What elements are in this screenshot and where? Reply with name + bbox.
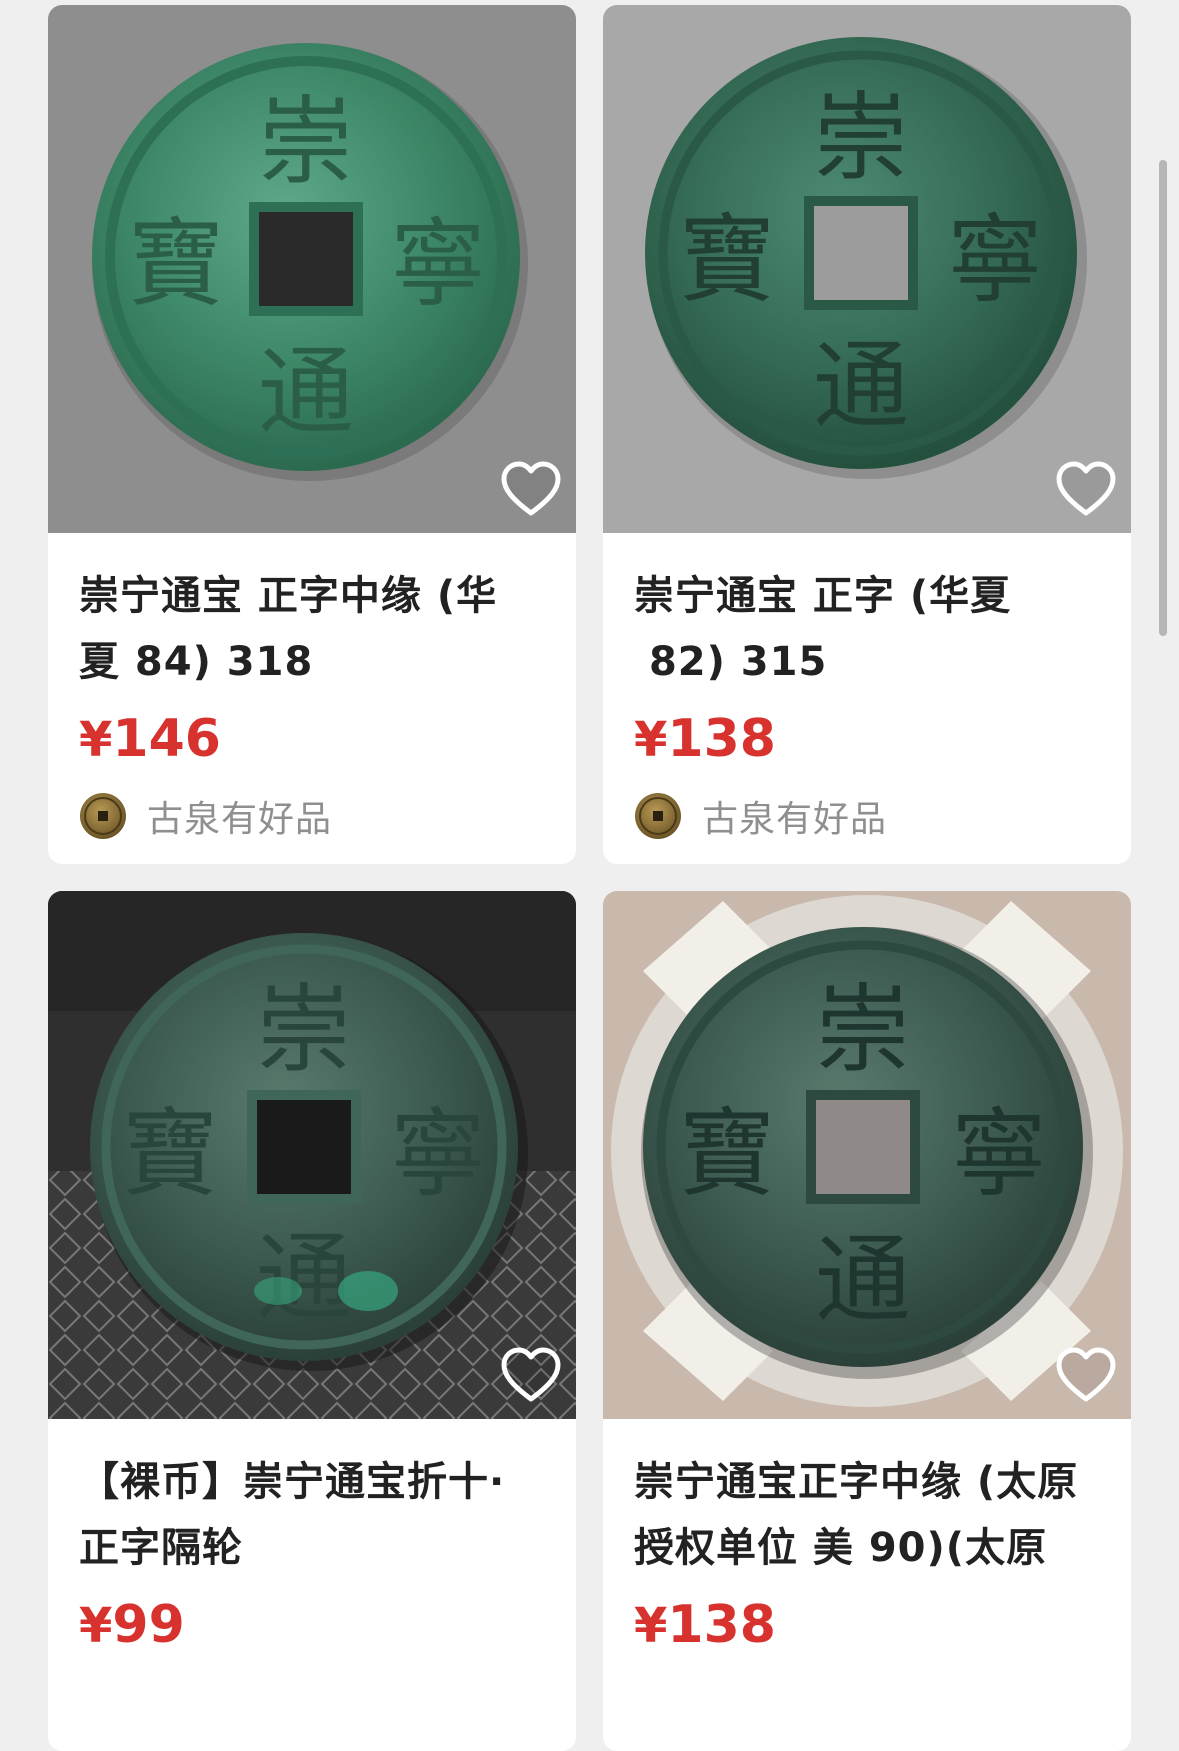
- product-price: ¥138: [634, 697, 1101, 782]
- coin-avatar-icon: [635, 793, 681, 839]
- currency-symbol: ¥: [634, 712, 668, 768]
- product-image[interactable]: 崇 通 寧 寶: [603, 5, 1131, 533]
- heart-outline-icon[interactable]: [1055, 1347, 1117, 1405]
- svg-text:崇: 崇: [815, 974, 911, 1086]
- svg-text:寶: 寶: [122, 1098, 218, 1210]
- svg-text:通: 通: [258, 336, 354, 448]
- svg-text:崇: 崇: [258, 86, 354, 198]
- svg-text:寧: 寧: [947, 204, 1043, 316]
- svg-text:寶: 寶: [679, 1098, 775, 1210]
- title-line1: 【裸币】崇宁通宝折十·: [79, 1459, 506, 1505]
- price-value: 146: [112, 709, 221, 769]
- title-line2: 82) 315: [634, 639, 828, 685]
- svg-text:寧: 寧: [951, 1098, 1047, 1210]
- product-image[interactable]: 崇 通 寧 寶: [48, 5, 576, 533]
- product-card[interactable]: 崇 通 寧 寶 崇宁通宝 正字中缘 (华夏 84) 318 ¥146 古泉有好品: [48, 5, 576, 864]
- product-price: ¥146: [79, 697, 546, 782]
- product-info: 崇宁通宝正字中缘 (太原 授权单位 美 90)(太原 ¥138: [603, 1419, 1131, 1668]
- currency-symbol: ¥: [79, 1598, 113, 1654]
- title-line1: 崇宁通宝 正字中缘 (华: [79, 573, 498, 619]
- product-card[interactable]: 崇 通 寧 寶 【裸币】崇宁通宝折十· 正字隔轮 ¥99: [48, 891, 576, 1751]
- price-value: 138: [667, 1595, 776, 1655]
- product-title[interactable]: 【裸币】崇宁通宝折十· 正字隔轮: [79, 1449, 546, 1581]
- seller-info[interactable]: 古泉有好品: [79, 784, 546, 848]
- title-line1: 崇宁通宝正字中缘 (太原: [634, 1459, 1079, 1505]
- product-info: 崇宁通宝 正字中缘 (华夏 84) 318 ¥146 古泉有好品: [48, 533, 576, 848]
- product-image[interactable]: 崇 通 寧 寶: [48, 891, 576, 1419]
- product-title[interactable]: 崇宁通宝 正字 (华夏 82) 315: [634, 563, 1101, 695]
- title-line1: 崇宁通宝 正字 (华夏: [634, 573, 1012, 619]
- product-image[interactable]: 崇 通 寧 寶: [603, 891, 1131, 1419]
- svg-text:寶: 寶: [128, 208, 224, 320]
- svg-text:寧: 寧: [390, 208, 486, 320]
- heart-outline-icon[interactable]: [1055, 461, 1117, 519]
- svg-text:崇: 崇: [813, 82, 909, 194]
- product-grid: 崇 通 寧 寶 崇宁通宝 正字中缘 (华夏 84) 318 ¥146 古泉有好品: [48, 5, 1131, 1751]
- coin-avatar-icon: [80, 793, 126, 839]
- seller-name: 古泉有好品: [702, 799, 888, 840]
- product-price: ¥99: [79, 1583, 546, 1668]
- product-title[interactable]: 崇宁通宝 正字中缘 (华夏 84) 318: [79, 563, 546, 695]
- scrollbar[interactable]: [1159, 160, 1167, 636]
- price-value: 99: [112, 1595, 185, 1655]
- svg-text:崇: 崇: [256, 974, 352, 1086]
- svg-text:寶: 寶: [679, 204, 775, 316]
- product-title[interactable]: 崇宁通宝正字中缘 (太原 授权单位 美 90)(太原: [634, 1449, 1101, 1581]
- price-value: 138: [667, 709, 776, 769]
- title-line2: 正字隔轮: [79, 1525, 243, 1571]
- svg-text:通: 通: [813, 330, 909, 442]
- coin-photo: 崇 通 寧 寶: [603, 5, 1131, 533]
- product-price: ¥138: [634, 1583, 1101, 1668]
- title-line2: 夏 84) 318: [79, 639, 314, 685]
- product-card[interactable]: 崇 通 寧 寶 崇宁通宝正字中缘 (太原 授权单位 美 90)(太原 ¥138: [603, 891, 1131, 1751]
- product-info: 崇宁通宝 正字 (华夏 82) 315 ¥138 古泉有好品: [603, 533, 1131, 848]
- currency-symbol: ¥: [634, 1598, 668, 1654]
- heart-outline-icon[interactable]: [500, 1347, 562, 1405]
- coin-photo: 崇 通 寧 寶: [48, 891, 576, 1419]
- svg-text:寧: 寧: [390, 1098, 486, 1210]
- coin-photo: 崇 通 寧 寶: [603, 891, 1131, 1419]
- seller-info[interactable]: 古泉有好品: [634, 784, 1101, 848]
- title-line2: 授权单位 美 90)(太原: [634, 1525, 1048, 1571]
- page: { "products": [ { "title_line1": "崇宁通宝 正…: [0, 0, 1179, 1751]
- svg-text:通: 通: [815, 1224, 911, 1336]
- product-card[interactable]: 崇 通 寧 寶 崇宁通宝 正字 (华夏 82) 315 ¥138 古泉有好品: [603, 5, 1131, 864]
- heart-outline-icon[interactable]: [500, 461, 562, 519]
- currency-symbol: ¥: [79, 712, 113, 768]
- seller-name: 古泉有好品: [147, 799, 333, 840]
- coin-photo: 崇 通 寧 寶: [48, 5, 576, 533]
- product-info: 【裸币】崇宁通宝折十· 正字隔轮 ¥99: [48, 1419, 576, 1668]
